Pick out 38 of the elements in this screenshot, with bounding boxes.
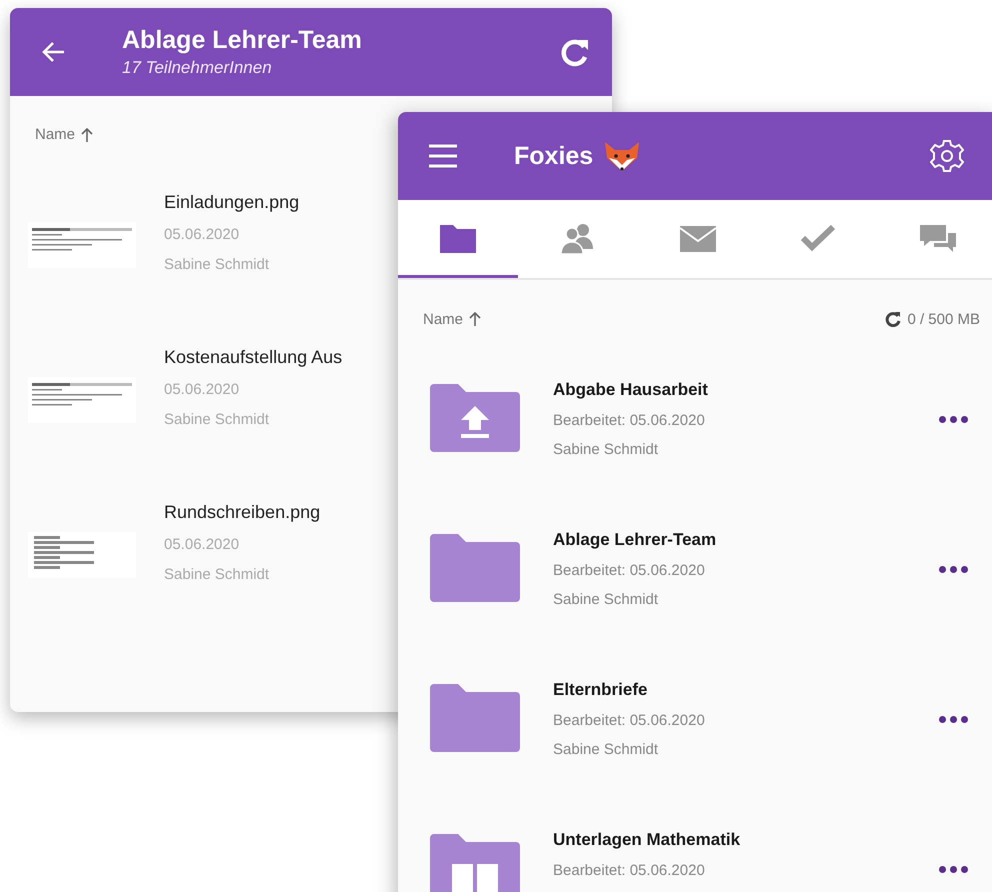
folder-author: Sabine Schmidt (553, 741, 660, 758)
file-name[interactable]: Rundschreiben.png (164, 502, 320, 523)
folder-name[interactable]: Elternbriefe (553, 680, 933, 700)
menu-button[interactable] (428, 143, 458, 169)
sort-label[interactable]: Name (35, 126, 76, 143)
folder-author: Sabine Schmidt (553, 441, 660, 458)
more-dots-icon (939, 566, 968, 573)
sort-up-arrow-icon (81, 128, 94, 142)
folder-edited-date: Bearbeitet: 05.06.2020 (553, 562, 706, 579)
fox-icon (603, 140, 642, 172)
more-dots-icon (939, 866, 968, 873)
group-title: Foxies (514, 142, 594, 170)
folder-author: Sabine Schmidt (553, 591, 660, 608)
back-arrow-button[interactable] (42, 41, 66, 63)
member-count: 17 TeilnehmerInnen (122, 58, 273, 78)
file-name[interactable]: Kostenaufstellung Aus (164, 347, 342, 368)
window-title: Ablage Lehrer-Team (122, 26, 363, 55)
sort-label[interactable]: Name (423, 310, 464, 328)
file-author: Sabine Schmidt (164, 256, 270, 273)
file-name[interactable]: Einladungen.png (164, 192, 300, 213)
more-dots-icon (939, 416, 968, 423)
folder-name[interactable]: Ablage Lehrer-Team (553, 530, 933, 550)
file-author: Sabine Schmidt (164, 566, 270, 583)
file-author: Sabine Schmidt (164, 411, 270, 428)
folder-name[interactable]: Abgabe Hausarbeit (553, 380, 933, 400)
file-date: 05.06.2020 (164, 381, 240, 398)
folder-name[interactable]: Unterlagen Mathematik (553, 830, 933, 850)
storage-usage: 0 / 500 MB (907, 310, 980, 328)
more-dots-icon (939, 716, 968, 723)
folder-edited-date: Bearbeitet: 05.06.2020 (553, 712, 706, 729)
settings-button[interactable] (930, 139, 964, 173)
sort-up-arrow-icon (469, 312, 482, 326)
file-date: 05.06.2020 (164, 536, 240, 553)
folder-edited-date: Bearbeitet: 05.06.2020 (553, 412, 706, 429)
refresh-icon (885, 311, 902, 327)
folder-edited-date: Bearbeitet: 05.06.2020 (553, 862, 706, 879)
refresh-button[interactable] (560, 37, 590, 67)
file-date: 05.06.2020 (164, 226, 240, 243)
